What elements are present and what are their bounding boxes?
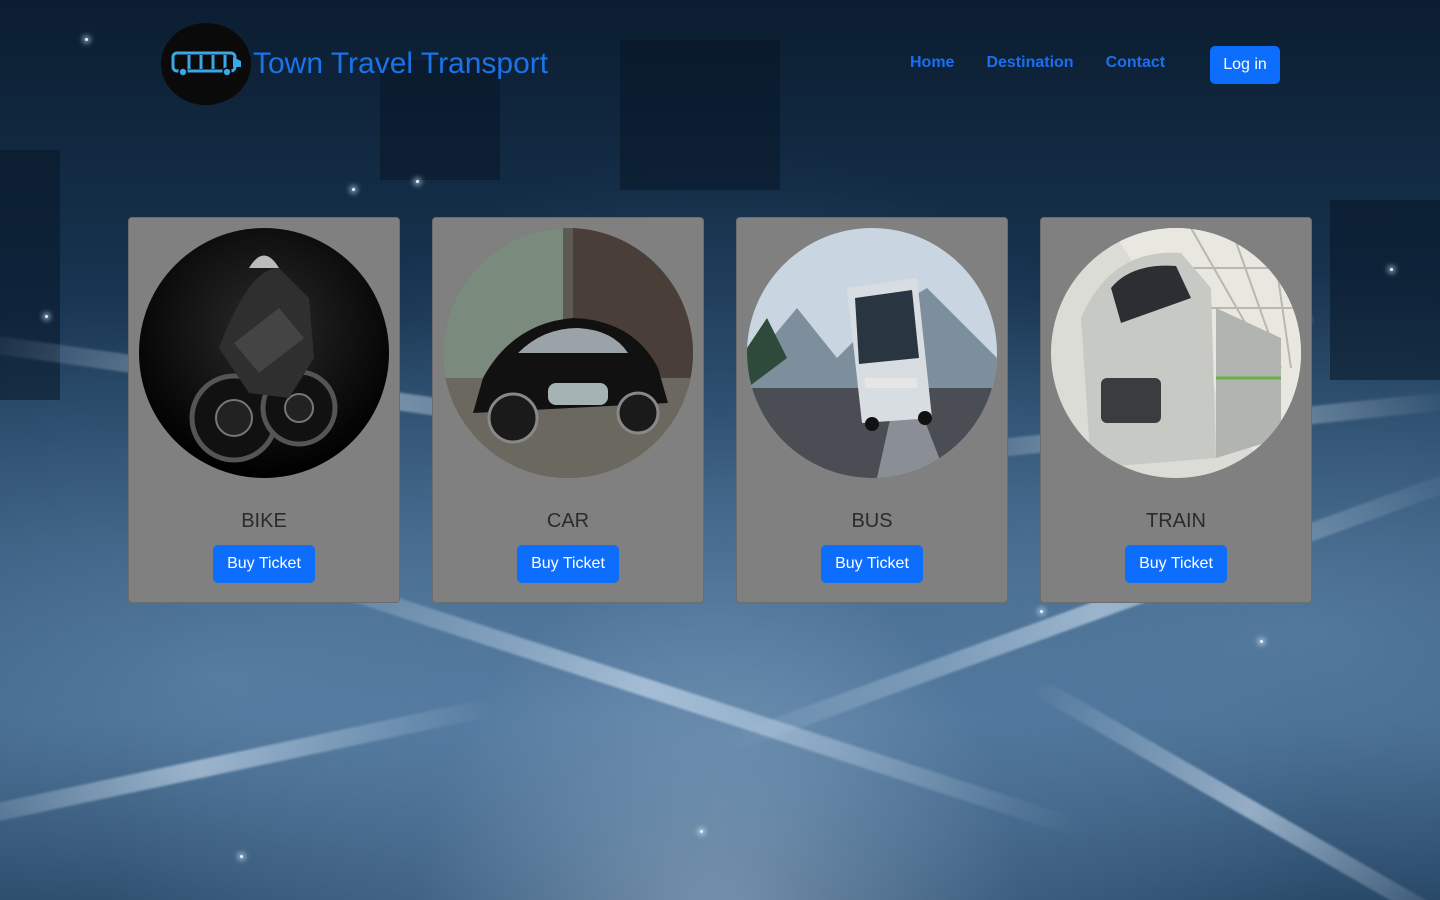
navbar: Town Travel Transport Home Destination C…: [0, 0, 1440, 128]
card-bike: BIKE Buy Ticket: [128, 217, 400, 603]
card-bus: BUS Buy Ticket: [736, 217, 1008, 603]
buy-ticket-button-bus[interactable]: Buy Ticket: [821, 545, 923, 583]
nav-home[interactable]: Home: [910, 52, 954, 74]
card-car: CAR Buy Ticket: [432, 217, 704, 603]
train-photo: [1051, 228, 1301, 478]
login-button[interactable]: Log in: [1210, 46, 1280, 84]
card-title: CAR: [546, 510, 590, 532]
card-title: BUS: [851, 510, 893, 532]
card-title: BIKE: [241, 510, 287, 532]
card-title: TRAIN: [1146, 510, 1206, 532]
car-photo: [443, 228, 693, 478]
card-train: TRAIN Buy Ticket: [1040, 217, 1312, 603]
buy-ticket-button-bike[interactable]: Buy Ticket: [213, 545, 315, 583]
buy-ticket-button-train[interactable]: Buy Ticket: [1125, 545, 1227, 583]
brand-title: Town Travel Transport: [253, 47, 549, 80]
bus-icon: [161, 23, 251, 105]
bus-photo: [747, 228, 997, 478]
nav-contact[interactable]: Contact: [1106, 52, 1166, 74]
nav-links: Home Destination Contact: [910, 52, 1165, 74]
motorcycle-photo: [139, 228, 389, 478]
brand-link[interactable]: Town Travel Transport: [161, 23, 548, 105]
nav-destination[interactable]: Destination: [986, 52, 1073, 74]
buy-ticket-button-car[interactable]: Buy Ticket: [517, 545, 619, 583]
